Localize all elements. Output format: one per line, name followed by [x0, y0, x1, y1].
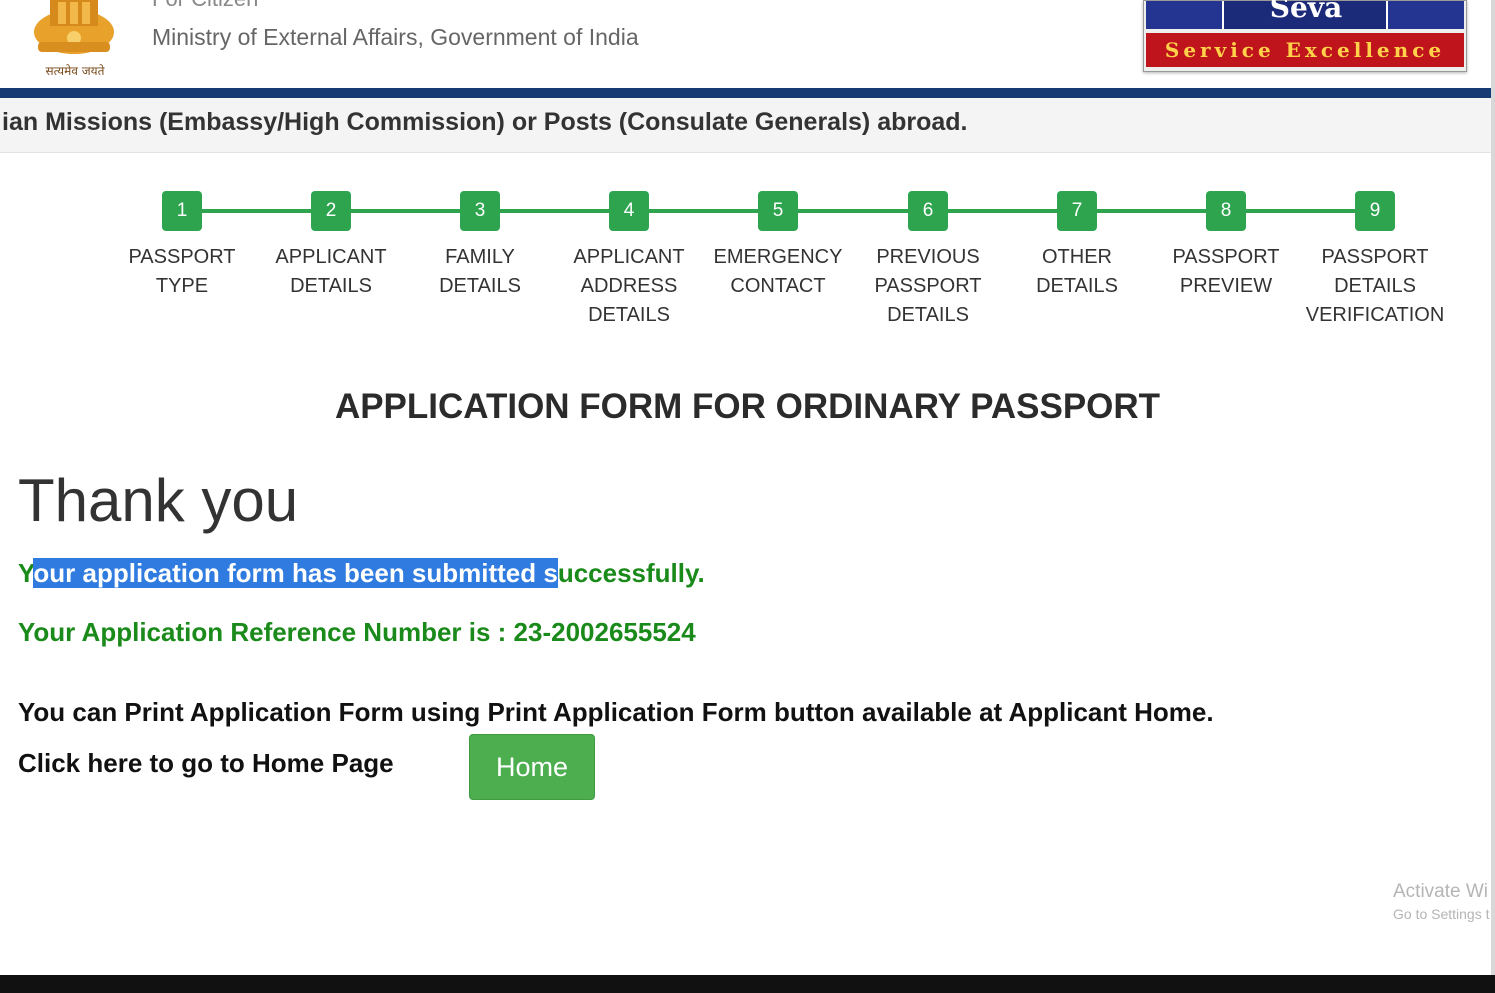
scrollbar-edge: [1491, 0, 1495, 975]
step-label-line: OTHER: [1042, 246, 1112, 268]
home-button[interactable]: Home: [469, 734, 595, 800]
reference-number: Your Application Reference Number is : 2…: [18, 617, 696, 647]
step-label-line: PASSPORT: [874, 275, 982, 297]
step-label: PASSPORT TYPE: [107, 243, 257, 301]
selected-text: our application form has been submitted …: [33, 558, 558, 588]
step-label: EMERGENCY CONTACT: [703, 243, 853, 301]
step-label-line: CONTACT: [730, 275, 826, 297]
step-label-line: APPLICANT: [275, 246, 387, 268]
page-title: APPLICATION FORM FOR ORDINARY PASSPORT: [334, 387, 1161, 426]
step-label: PASSPORT PREVIEW: [1151, 243, 1301, 301]
announcement-marquee: ian Missions (Embassy/High Commission) o…: [2, 108, 968, 136]
passport-seva-logo[interactable]: Seva Service Excellence: [1143, 0, 1467, 72]
print-instructions: You can Print Application Form using Pri…: [18, 697, 1214, 727]
activate-windows-subtext: Go to Settings t: [1393, 906, 1490, 922]
step-label-line: PASSPORT: [128, 246, 236, 268]
step-label-line: VERIFICATION: [1305, 304, 1445, 326]
step-label-line: FAMILY: [445, 246, 515, 268]
success-message: Your application form has been submitted…: [18, 558, 705, 589]
ministry-name: Ministry of External Affairs, Government…: [152, 24, 639, 50]
home-prompt: Click here to go to Home Page: [18, 748, 394, 778]
emblem-caption: सत्यमेव जयते: [45, 64, 105, 78]
step-label-line: DETAILS: [1036, 275, 1118, 297]
step-label-line: PASSPORT: [1172, 246, 1280, 268]
step-label: FAMILY DETAILS: [405, 243, 555, 301]
success-suffix: uccessfully.: [557, 558, 705, 588]
step-label-line: PASSPORT: [1321, 246, 1429, 268]
progress-step-3: 3 FAMILY DETAILS: [405, 191, 555, 301]
step-number-badge: 5: [758, 191, 798, 231]
step-number-badge: 4: [609, 191, 649, 231]
step-number-badge: 9: [1355, 191, 1395, 231]
step-label-line: DETAILS: [588, 304, 670, 326]
progress-step-4: 4 APPLICANT ADDRESS DETAILS: [554, 191, 704, 330]
step-label-line: ADDRESS: [580, 275, 678, 297]
step-number-badge: 1: [162, 191, 202, 231]
activate-windows-watermark: Activate Wi: [1393, 881, 1489, 902]
step-label-line: DETAILS: [1334, 275, 1416, 297]
progress-step-6: 6 PREVIOUS PASSPORT DETAILS: [853, 191, 1003, 330]
taskbar-strip: [0, 975, 1495, 993]
site-header: For Citizen सत्यमेव जयते Ministry of Ext…: [0, 0, 1495, 88]
step-label: PREVIOUS PASSPORT DETAILS: [853, 243, 1003, 330]
success-prefix: Y: [18, 558, 34, 588]
progress-step-9: 9 PASSPORT DETAILS VERIFICATION: [1300, 191, 1450, 330]
step-label-line: DETAILS: [290, 275, 372, 297]
step-label-line: PREVIEW: [1179, 275, 1273, 297]
progress-step-2: 2 APPLICANT DETAILS: [256, 191, 406, 301]
thank-you-heading: Thank you: [18, 467, 299, 534]
step-label: APPLICANT ADDRESS DETAILS: [554, 243, 704, 330]
step-label-line: DETAILS: [887, 304, 969, 326]
logo-left-block: [1146, 1, 1224, 29]
logo-tagline: Service Excellence: [1146, 33, 1464, 67]
logo-word: Seva: [1269, 0, 1343, 24]
step-label: APPLICANT DETAILS: [256, 243, 406, 301]
progress-step-7: 7 OTHER DETAILS: [1002, 191, 1152, 301]
step-label-line: EMERGENCY: [713, 246, 843, 268]
step-label-line: DETAILS: [439, 275, 521, 297]
step-number-badge: 7: [1057, 191, 1097, 231]
site-title-partial: For Citizen: [152, 0, 258, 12]
progress-step-8: 8 PASSPORT PREVIEW: [1151, 191, 1301, 301]
step-label-line: TYPE: [155, 275, 209, 297]
step-label-line: PREVIOUS: [876, 246, 980, 268]
progress-step-1: 1 PASSPORT TYPE: [107, 191, 257, 301]
step-label-line: APPLICANT: [573, 246, 685, 268]
progress-step-5: 5 EMERGENCY CONTACT: [703, 191, 853, 301]
step-label: PASSPORT DETAILS VERIFICATION: [1300, 243, 1450, 330]
header-divider: [0, 88, 1495, 98]
step-number-badge: 8: [1206, 191, 1246, 231]
step-number-badge: 6: [908, 191, 948, 231]
step-number-badge: 2: [311, 191, 351, 231]
step-label: OTHER DETAILS: [1002, 243, 1152, 301]
step-number-badge: 3: [460, 191, 500, 231]
logo-right-block: [1386, 1, 1464, 29]
